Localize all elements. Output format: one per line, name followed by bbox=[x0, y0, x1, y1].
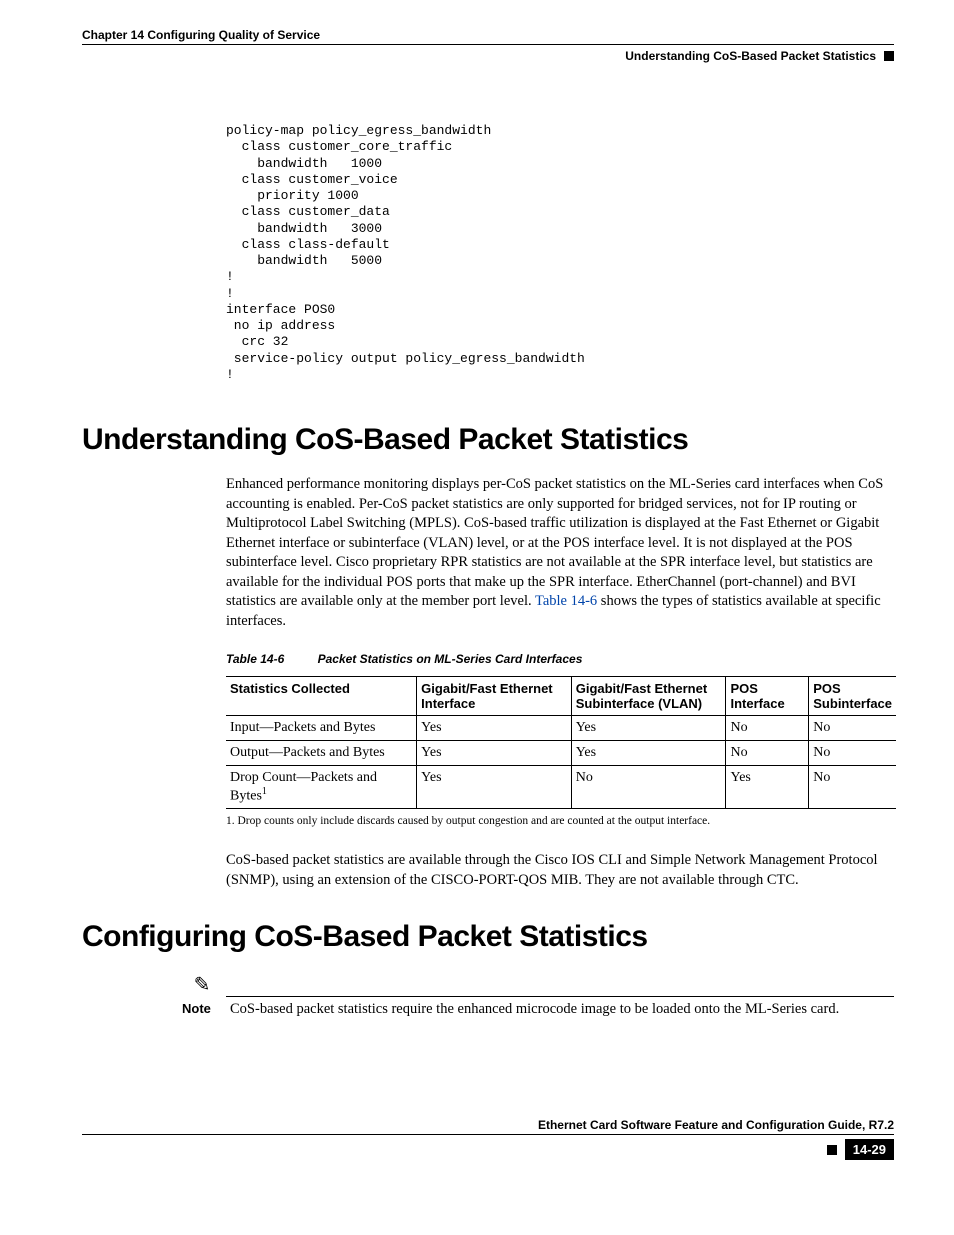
table-row: Drop Count—Packets and Bytes1 Yes No Yes… bbox=[226, 765, 896, 809]
cell: No bbox=[571, 765, 726, 809]
paragraph: Enhanced performance monitoring displays… bbox=[226, 475, 894, 632]
table-row: Output—Packets and Bytes Yes Yes No No bbox=[226, 740, 896, 765]
cell: No bbox=[726, 740, 809, 765]
cell: Yes bbox=[417, 740, 572, 765]
table-header-row: Statistics Collected Gigabit/Fast Ethern… bbox=[226, 676, 896, 715]
cell: Yes bbox=[417, 715, 572, 740]
header-marker bbox=[884, 51, 894, 61]
running-section-header: Understanding CoS-Based Packet Statistic… bbox=[625, 49, 876, 63]
cell: Yes bbox=[571, 715, 726, 740]
footer-marker bbox=[827, 1145, 837, 1155]
cell: No bbox=[809, 715, 896, 740]
note-text: CoS-based packet statistics require the … bbox=[230, 1001, 894, 1018]
footnote-marker: 1 bbox=[262, 786, 267, 797]
chapter-header: Chapter 14 Configuring Quality of Servic… bbox=[82, 28, 894, 45]
section-title-understanding: Understanding CoS-Based Packet Statistic… bbox=[82, 423, 894, 457]
cell: Yes bbox=[417, 765, 572, 809]
cell: Output—Packets and Bytes bbox=[226, 740, 417, 765]
col-header: Statistics Collected bbox=[226, 676, 417, 715]
statistics-table: Statistics Collected Gigabit/Fast Ethern… bbox=[226, 676, 896, 810]
table-caption: Table 14-6 Packet Statistics on ML-Serie… bbox=[226, 652, 894, 666]
section-title-configuring: Configuring CoS-Based Packet Statistics bbox=[82, 920, 894, 954]
cell: No bbox=[809, 740, 896, 765]
note-icon: ✎ bbox=[194, 974, 211, 996]
cell: Yes bbox=[571, 740, 726, 765]
col-header: Gigabit/Fast Ethernet Subinterface (VLAN… bbox=[571, 676, 726, 715]
code-block: policy-map policy_egress_bandwidth class… bbox=[226, 123, 894, 383]
cell: Drop Count—Packets and Bytes1 bbox=[226, 765, 417, 809]
page-number: 14-29 bbox=[845, 1139, 894, 1160]
cell: No bbox=[809, 765, 896, 809]
table-footnote: 1. Drop counts only include discards cau… bbox=[226, 815, 894, 827]
footer-doc-title: Ethernet Card Software Feature and Confi… bbox=[82, 1118, 894, 1135]
paragraph-text: Enhanced performance monitoring displays… bbox=[226, 476, 883, 609]
table-reference-link[interactable]: Table 14-6 bbox=[535, 593, 597, 609]
col-header: Gigabit/Fast Ethernet Interface bbox=[417, 676, 572, 715]
col-header: POS Subinterface bbox=[809, 676, 896, 715]
col-header: POS Interface bbox=[726, 676, 809, 715]
note-label: Note bbox=[178, 1001, 230, 1018]
paragraph: CoS-based packet statistics are availabl… bbox=[226, 851, 894, 890]
cell: Yes bbox=[726, 765, 809, 809]
cell: Input—Packets and Bytes bbox=[226, 715, 417, 740]
cell: No bbox=[726, 715, 809, 740]
table-title: Packet Statistics on ML-Series Card Inte… bbox=[318, 652, 583, 666]
table-row: Input—Packets and Bytes Yes Yes No No bbox=[226, 715, 896, 740]
table-id: Table 14-6 bbox=[226, 652, 284, 666]
